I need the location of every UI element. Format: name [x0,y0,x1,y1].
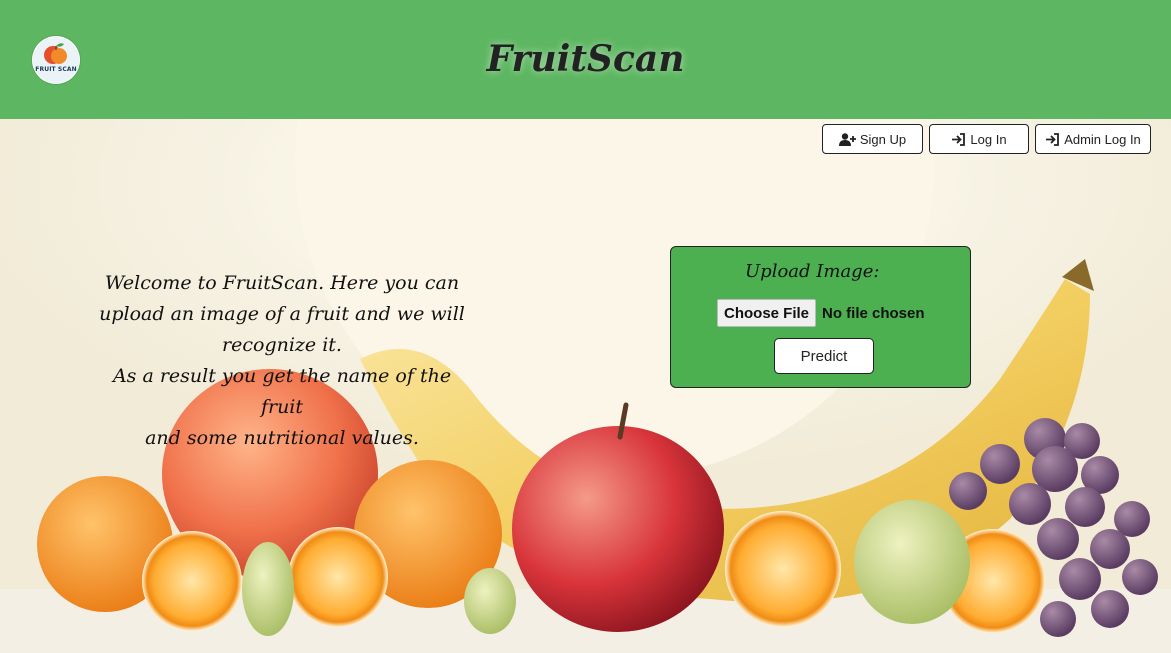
upload-title: Upload Image: [745,261,880,282]
signup-button[interactable]: Sign Up [822,124,923,154]
welcome-line: recognize it. [222,334,342,356]
sign-in-icon [1046,132,1060,146]
file-input[interactable]: Choose File No file chosen [717,299,925,327]
welcome-text: Welcome to FruitScan. Here you can uploa… [96,268,468,454]
login-label: Log In [970,131,1007,147]
welcome-line: upload an image of a fruit and we will [99,303,465,325]
login-button[interactable]: Log In [929,124,1029,154]
admin-login-label: Admin Log In [1064,131,1141,147]
page-title: FruitScan [486,38,685,80]
welcome-line: As a result you get the name of the frui… [112,365,452,418]
site-header: FRUIT SCAN FruitScan [0,0,1171,119]
admin-login-button[interactable]: Admin Log In [1035,124,1151,154]
signup-label: Sign Up [859,131,907,147]
choose-file-button[interactable]: Choose File [717,299,817,327]
user-plus-icon [838,132,856,146]
sign-in-icon [952,132,966,146]
upload-card: Upload Image: Choose File No file chosen… [670,246,971,388]
welcome-line: Welcome to FruitScan. Here you can [104,272,460,294]
welcome-line: and some nutritional values. [145,427,419,449]
predict-button[interactable]: Predict [774,338,874,374]
file-status: No file chosen [822,304,925,322]
